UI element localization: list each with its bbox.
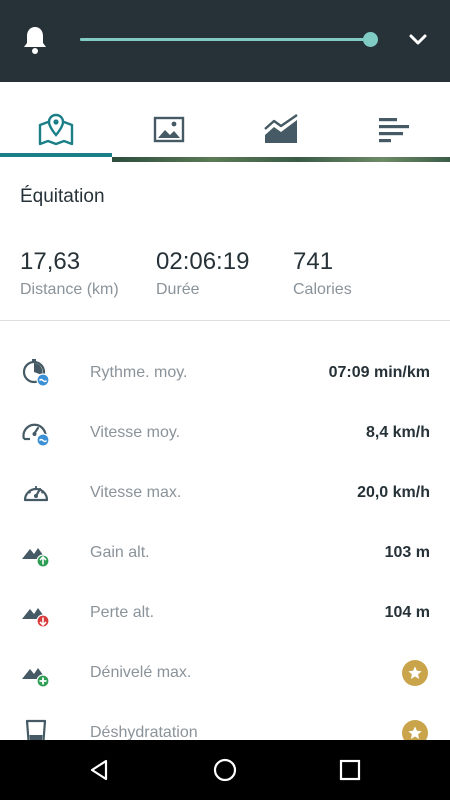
elevation-gain-icon xyxy=(22,548,50,568)
tab-photos[interactable] xyxy=(113,104,226,156)
premium-star-badge[interactable] xyxy=(402,660,428,686)
back-icon[interactable] xyxy=(86,756,114,784)
stat-row-max-speed: Vitesse max. 20,0 km/h xyxy=(0,463,450,523)
chevron-down-icon[interactable] xyxy=(404,26,432,54)
avg-speed-icon xyxy=(22,423,50,447)
tab-bar xyxy=(0,104,450,156)
image-icon xyxy=(153,116,184,143)
stat-row-elevation-gain: Gain alt. 103 m xyxy=(0,523,450,583)
summary-value: 17,63 xyxy=(20,248,81,275)
stat-value: 104 m xyxy=(384,604,430,621)
stat-label: Perte alt. xyxy=(90,604,155,621)
stat-row-max-elevation: Dénivelé max. xyxy=(0,643,450,703)
max-elevation-icon xyxy=(22,668,50,688)
star-icon xyxy=(408,666,422,679)
activity-title: Équitation xyxy=(20,186,105,207)
map-icon xyxy=(39,113,74,146)
slider-thumb[interactable] xyxy=(362,32,378,47)
summary-value: 741 xyxy=(293,248,334,275)
stat-row-elevation-loss: Perte alt. 104 m xyxy=(0,583,450,643)
stat-row-pace: Rythme. moy. 07:09 min/km xyxy=(0,343,450,403)
stat-value: 07:09 min/km xyxy=(328,364,430,381)
stats-list: Rythme. moy. 07:09 min/km Vitesse moy. 8… xyxy=(0,343,450,763)
stat-label: Vitesse max. xyxy=(90,484,182,501)
top-app-bar xyxy=(0,0,450,82)
stat-label: Vitesse moy. xyxy=(90,424,181,441)
bell-icon[interactable] xyxy=(20,24,50,56)
summary-value: 02:06:19 xyxy=(156,248,250,275)
stat-row-avg-speed: Vitesse moy. 8,4 km/h xyxy=(0,403,450,463)
star-icon xyxy=(408,726,422,739)
recents-icon[interactable] xyxy=(336,756,364,784)
selected-tab-indicator xyxy=(0,153,112,157)
timeline-slider[interactable] xyxy=(80,38,370,41)
system-navigation-bar xyxy=(0,740,450,800)
pace-icon xyxy=(22,359,50,387)
speedometer-icon xyxy=(23,486,49,502)
summary-distance: 17,63 Distance (km) xyxy=(20,247,156,299)
tab-details[interactable] xyxy=(338,104,450,156)
summary-calories: 741 Calories xyxy=(293,247,352,299)
list-icon xyxy=(378,118,409,143)
stat-label: Rythme. moy. xyxy=(90,364,188,381)
tab-map[interactable] xyxy=(0,104,113,156)
map-preview-strip xyxy=(112,157,450,162)
stat-value: 8,4 km/h xyxy=(365,424,430,441)
slider-fill xyxy=(80,38,370,41)
chart-icon xyxy=(264,114,298,143)
stat-value: 20,0 km/h xyxy=(357,484,430,501)
summary-label: Distance (km) xyxy=(20,281,119,298)
summary-label: Durée xyxy=(156,281,200,298)
home-icon[interactable] xyxy=(211,756,239,784)
summary-label: Calories xyxy=(293,281,352,298)
elevation-loss-icon xyxy=(22,608,50,628)
divider xyxy=(0,320,450,321)
stat-label: Dénivelé max. xyxy=(90,664,192,681)
tab-charts[interactable] xyxy=(225,104,338,156)
stat-label: Gain alt. xyxy=(90,544,150,561)
stat-value: 103 m xyxy=(384,544,430,561)
summary-stats: 17,63 Distance (km) 02:06:19 Durée 741 C… xyxy=(20,247,352,299)
summary-duration: 02:06:19 Durée xyxy=(156,247,293,299)
